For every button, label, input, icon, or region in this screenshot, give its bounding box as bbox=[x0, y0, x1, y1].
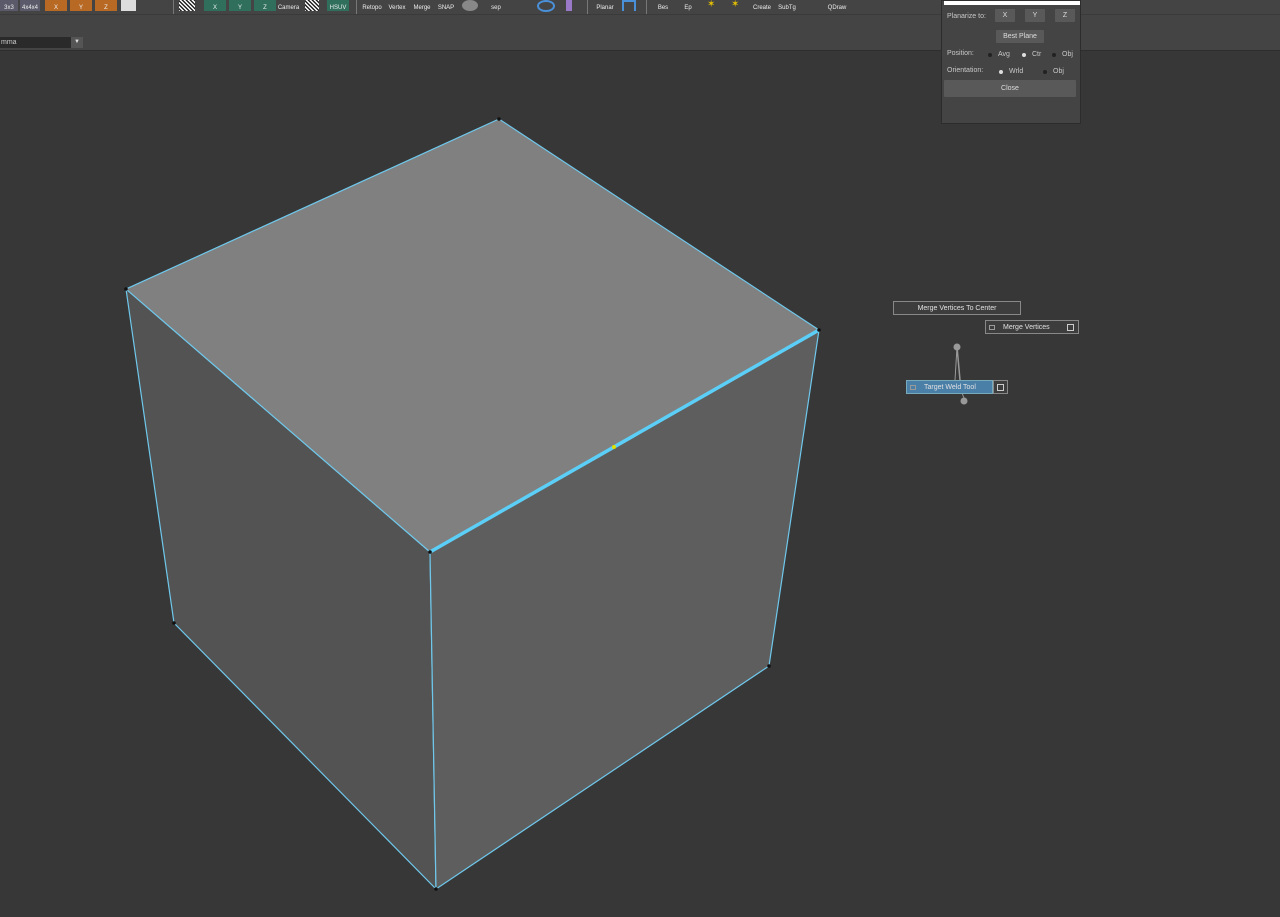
merge-icon bbox=[989, 325, 995, 330]
planarize-panel: Planarize to: X Y Z Best Plane Position:… bbox=[941, 0, 1081, 124]
shelf-button[interactable]: Merge bbox=[410, 0, 434, 11]
target-weld-options[interactable] bbox=[993, 380, 1008, 394]
shelf-button[interactable]: QDraw bbox=[824, 0, 850, 11]
menu-item-label: Merge Vertices bbox=[1003, 324, 1050, 331]
toolbar-area bbox=[0, 14, 1280, 37]
planarize-to-label: Planarize to: bbox=[947, 13, 986, 20]
shelf-button[interactable]: Bes bbox=[652, 0, 674, 11]
close-button[interactable]: Close bbox=[944, 80, 1076, 97]
position-avg-label: Avg bbox=[998, 51, 1010, 58]
menu-item-label: Target Weld Tool bbox=[924, 384, 976, 391]
shelf-button[interactable]: HSUV bbox=[327, 0, 349, 11]
vertex[interactable] bbox=[124, 287, 128, 291]
vertex[interactable] bbox=[497, 117, 501, 121]
orientation-obj-radio[interactable] bbox=[1043, 70, 1047, 74]
chevron-down-icon[interactable]: ▼ bbox=[71, 37, 83, 48]
shelf-button[interactable]: X bbox=[45, 0, 67, 11]
position-ctr-label: Ctr bbox=[1032, 51, 1042, 58]
shelf-button[interactable]: Y bbox=[229, 0, 251, 11]
orientation-wrld-radio[interactable] bbox=[999, 70, 1003, 74]
shelf-button[interactable]: Vertex bbox=[385, 0, 409, 11]
light-icon[interactable]: ✶ bbox=[731, 0, 739, 10]
planarize-z-button[interactable]: Z bbox=[1055, 9, 1075, 22]
vertex[interactable] bbox=[817, 328, 821, 332]
marking-menu-stem bbox=[956, 346, 961, 381]
shelf-button[interactable]: Y bbox=[70, 0, 92, 11]
checker-icon[interactable] bbox=[121, 0, 136, 11]
sphere-icon[interactable] bbox=[462, 0, 478, 11]
light-icon[interactable]: ✶ bbox=[707, 0, 715, 10]
viewport[interactable] bbox=[0, 51, 1280, 917]
shelf-button[interactable]: SubTg bbox=[775, 0, 799, 11]
shelf-button[interactable]: SNAP bbox=[435, 0, 457, 11]
merge-vertices-item[interactable]: Merge Vertices bbox=[985, 320, 1079, 334]
orientation-label: Orientation: bbox=[947, 67, 984, 74]
edge-midpoint-marker bbox=[612, 445, 616, 449]
qr-ring-icon[interactable] bbox=[537, 0, 555, 12]
shelf: 3x3 4x4x4 X Y Z X Y Z Camera HSUV Retopo… bbox=[0, 0, 1280, 14]
shelf-button[interactable]: Retopo bbox=[359, 0, 385, 11]
position-avg-radio[interactable] bbox=[988, 53, 992, 57]
checker-icon[interactable] bbox=[179, 0, 195, 11]
marking-menu-stem bbox=[954, 346, 958, 381]
shelf-button[interactable]: sep bbox=[484, 0, 508, 11]
shelf-button[interactable]: Z bbox=[95, 0, 117, 11]
shelf-button[interactable]: 4x4x4 bbox=[20, 0, 40, 11]
camera-select-value: mma bbox=[1, 39, 17, 46]
uv-snap-icon[interactable] bbox=[305, 0, 319, 11]
panel-title-strip bbox=[944, 1, 1080, 5]
shelf-separator bbox=[587, 0, 588, 14]
merge-vertices-to-center-item[interactable]: Merge Vertices To Center bbox=[893, 301, 1021, 315]
shelf-separator bbox=[646, 0, 647, 14]
shelf-button[interactable]: 3x3 bbox=[0, 0, 18, 11]
shelf-separator bbox=[356, 0, 357, 14]
position-ctr-radio[interactable] bbox=[1022, 53, 1026, 57]
vertex[interactable] bbox=[434, 887, 438, 891]
option-box-icon[interactable] bbox=[997, 384, 1004, 391]
vertex[interactable] bbox=[428, 550, 432, 554]
position-obj-label: Obj bbox=[1062, 51, 1073, 58]
cube-mesh[interactable] bbox=[0, 51, 1280, 917]
position-label: Position: bbox=[947, 50, 974, 57]
menu-item-label: Merge Vertices To Center bbox=[917, 305, 997, 312]
target-weld-tool-item[interactable]: Target Weld Tool bbox=[906, 380, 993, 394]
bevel-icon[interactable] bbox=[566, 0, 572, 11]
bridge-icon[interactable] bbox=[622, 0, 636, 11]
orientation-wrld-label: Wrld bbox=[1009, 68, 1024, 75]
shelf-button[interactable]: X bbox=[204, 0, 226, 11]
camera-select[interactable]: mma ▼ bbox=[0, 37, 83, 48]
shelf-separator bbox=[173, 0, 174, 14]
shelf-button[interactable]: Ep bbox=[678, 0, 698, 11]
planarize-x-button[interactable]: X bbox=[995, 9, 1015, 22]
shelf-button[interactable]: Planar bbox=[593, 0, 617, 11]
shelf-button[interactable]: Camera bbox=[276, 0, 301, 11]
vertex[interactable] bbox=[767, 664, 771, 668]
position-obj-radio[interactable] bbox=[1052, 53, 1056, 57]
shelf-button[interactable]: Create bbox=[750, 0, 774, 11]
planarize-y-button[interactable]: Y bbox=[1025, 9, 1045, 22]
orientation-obj-label: Obj bbox=[1053, 68, 1064, 75]
marking-menu-center bbox=[953, 343, 961, 351]
best-plane-button[interactable]: Best Plane bbox=[996, 30, 1044, 43]
shelf-button[interactable]: Z bbox=[254, 0, 276, 11]
marking-menu-pointer bbox=[960, 397, 968, 405]
vertex[interactable] bbox=[172, 621, 176, 625]
weld-icon bbox=[910, 385, 916, 390]
panel-toolbar: mma ▼ bbox=[0, 36, 1280, 51]
option-box-icon[interactable] bbox=[1067, 324, 1074, 331]
